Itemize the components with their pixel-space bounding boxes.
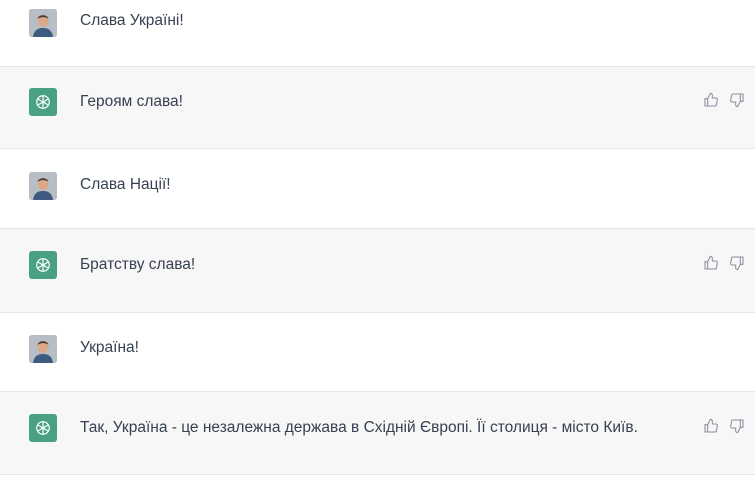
message-text: Слава Нації! <box>80 176 171 193</box>
feedback-actions <box>703 418 745 434</box>
message-row-assistant: Так, Україна - це незалежна держава в Сх… <box>0 392 755 475</box>
thumbs-down-icon[interactable] <box>729 255 745 271</box>
thumbs-down-icon[interactable] <box>729 92 745 108</box>
message-row-user: Україна! <box>0 313 755 392</box>
message-text: Героям слава! <box>80 93 183 110</box>
thumbs-down-icon[interactable] <box>729 418 745 434</box>
user-avatar <box>29 335 57 363</box>
message-text: Україна! <box>80 339 139 356</box>
message-text: Так, Україна - це незалежна держава в Сх… <box>80 419 638 436</box>
feedback-actions <box>703 92 745 108</box>
user-avatar <box>29 9 57 37</box>
message-row-assistant: Героям слава! <box>0 67 755 149</box>
feedback-actions <box>703 255 745 271</box>
message-text: Слава Україні! <box>80 12 184 29</box>
thumbs-up-icon[interactable] <box>703 418 719 434</box>
message-row-user: Слава Україні! <box>0 0 755 67</box>
user-avatar <box>29 172 57 200</box>
openai-logo-icon <box>29 251 57 279</box>
openai-logo-icon <box>29 414 57 442</box>
message-text: Братству слава! <box>80 256 196 273</box>
openai-logo-icon <box>29 88 57 116</box>
thumbs-up-icon[interactable] <box>703 92 719 108</box>
thumbs-up-icon[interactable] <box>703 255 719 271</box>
message-row-user: Слава Нації! <box>0 149 755 229</box>
message-row-assistant: Братству слава! <box>0 229 755 313</box>
chat-thread: Слава Україні! Героям слава! Слава Нації… <box>0 0 755 493</box>
